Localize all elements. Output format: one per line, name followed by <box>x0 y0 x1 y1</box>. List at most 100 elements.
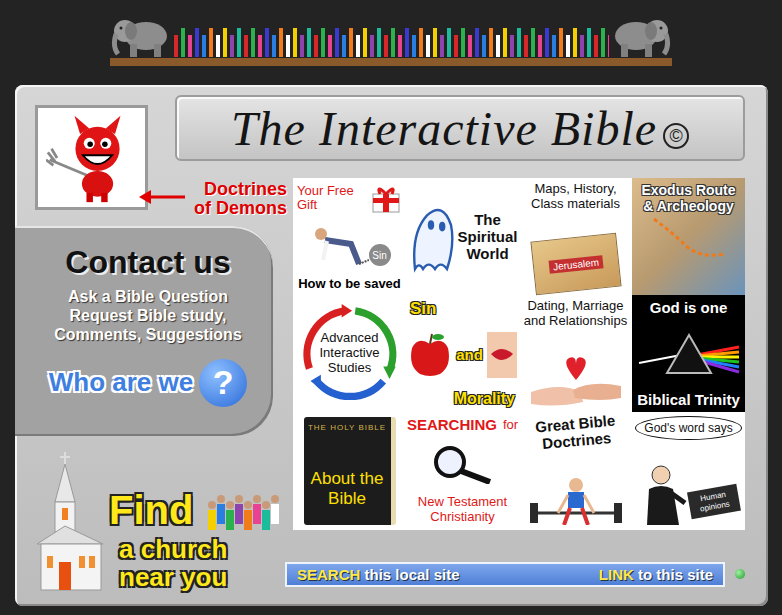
page: The Interactive Bible© Doctrines of Demon… <box>0 0 782 615</box>
book-icon <box>320 27 326 58</box>
book-icon <box>411 34 417 58</box>
book-icon <box>292 27 298 58</box>
prism-icon <box>637 331 741 377</box>
contact-line: Request Bible study, <box>54 306 242 325</box>
book-icon <box>495 34 501 58</box>
question-icon: ? <box>199 359 247 407</box>
site-title: The Interactive Bible <box>231 101 657 156</box>
book-icon <box>257 34 263 58</box>
apple-icon <box>408 332 452 378</box>
book-icon <box>586 27 592 58</box>
gift-icon <box>370 182 402 214</box>
search-link[interactable]: SEARCH this local site <box>297 566 460 583</box>
demons-link[interactable]: Doctrines of Demons <box>175 178 293 218</box>
status-dot-icon <box>735 569 745 579</box>
book-icon <box>502 27 508 58</box>
book-icon <box>285 34 291 58</box>
contact-lines: Ask a Bible QuestionRequest Bible study,… <box>54 287 242 345</box>
devil-button[interactable] <box>35 105 148 210</box>
topic-tile[interactable]: SEARCHINGforNew Testament Christianity <box>406 412 519 529</box>
book-icon <box>173 34 179 58</box>
contact-title: Contact us <box>65 244 230 281</box>
book-icon <box>425 34 431 58</box>
books <box>173 27 609 58</box>
topic-tile[interactable]: The Spiritual World <box>406 178 519 295</box>
preacher-icon <box>639 463 687 525</box>
topic-tile[interactable]: Exodus Route & Archeology <box>632 178 745 295</box>
contact-line: Ask a Bible Question <box>54 287 242 306</box>
contact-card[interactable]: Contact us Ask a Bible QuestionRequest Bi… <box>15 226 273 436</box>
book-icon <box>607 34 609 58</box>
book-icon <box>481 34 487 58</box>
magnifier-icon <box>428 444 498 484</box>
left-column: Contact us Ask a Bible QuestionRequest Bi… <box>35 218 293 606</box>
book-icon <box>474 27 480 58</box>
arrow-icon <box>139 190 185 204</box>
sin-ball: Sin <box>369 244 391 266</box>
book-icon <box>215 34 221 58</box>
topic-tile[interactable]: Your Free GiftSinHow to be saved <box>293 178 406 295</box>
find-church-link[interactable]: Finda church near you <box>35 452 293 592</box>
bottom-bar: SEARCH this local site LINK to this site <box>285 542 745 606</box>
who-are-we-link[interactable]: Who are we? <box>49 359 247 407</box>
book-icon <box>565 34 571 58</box>
bookshelf <box>110 8 672 66</box>
find-title: Find <box>109 488 193 533</box>
book-icon <box>187 34 193 58</box>
topic-tile[interactable]: Great Bible Doctrines <box>519 412 632 529</box>
book-icon <box>201 34 207 58</box>
book-icon <box>369 34 375 58</box>
topic-tile[interactable]: Maps, History, Class materialsJerusalem <box>519 178 632 295</box>
speech-bubble: God's word says <box>635 416 741 440</box>
church-icon <box>35 452 105 592</box>
book-icon <box>467 34 473 58</box>
book-icon <box>544 27 550 58</box>
devil-icon <box>46 112 138 204</box>
book-icon <box>376 27 382 58</box>
book-icon <box>334 27 340 58</box>
bible-icon: THE HOLY BIBLEAbout the Bible <box>304 417 396 525</box>
link-to-site[interactable]: LINK to this site <box>599 566 713 583</box>
contact-line: Comments, Suggestions <box>54 325 242 344</box>
book-icon <box>516 27 522 58</box>
book-icon <box>299 34 305 58</box>
book-icon <box>313 34 319 58</box>
topic-grid: Your Free GiftSinHow to be savedThe Spir… <box>293 178 745 530</box>
book-icon <box>551 34 557 58</box>
hands-heart-icon <box>531 352 621 408</box>
book-icon <box>460 27 466 58</box>
book-icon <box>229 34 235 58</box>
book-icon <box>355 34 361 58</box>
map-icon: Jerusalem <box>530 233 621 296</box>
site-logo: The Interactive Bible© <box>175 95 745 161</box>
topic-tile[interactable]: THE HOLY BIBLEAbout the Bible <box>293 412 406 529</box>
book-icon <box>593 34 599 58</box>
book-icon <box>390 27 396 58</box>
book-icon <box>572 27 578 58</box>
book-icon <box>306 27 312 58</box>
topic-tile[interactable]: Advanced Interactive Studies <box>293 295 406 412</box>
book-icon <box>194 27 200 58</box>
copyright-mark: © <box>663 123 689 149</box>
book-icon <box>271 34 277 58</box>
topic-tile[interactable]: SinandMorality <box>406 295 519 412</box>
book-icon <box>222 27 228 58</box>
book-icon <box>383 34 389 58</box>
book-icon <box>600 27 606 58</box>
route-icon <box>644 214 734 264</box>
book-icon <box>488 27 494 58</box>
book-icon <box>180 27 186 58</box>
people-photo <box>203 487 283 535</box>
topic-tile[interactable]: Dating, Marriage and Relationships <box>519 295 632 412</box>
weightlifter-icon <box>528 473 624 525</box>
topic-tile[interactable]: God's word saysHuman opinions <box>632 412 745 529</box>
book-icon <box>418 27 424 58</box>
ghost-icon <box>407 192 455 282</box>
topic-tile[interactable]: God is oneBiblical Trinity <box>632 295 745 412</box>
book-icon <box>523 34 529 58</box>
book-icon <box>439 34 445 58</box>
book-icon <box>579 34 585 58</box>
mouth-icon <box>487 332 517 378</box>
book-icon <box>341 34 347 58</box>
book-icon <box>537 34 543 58</box>
